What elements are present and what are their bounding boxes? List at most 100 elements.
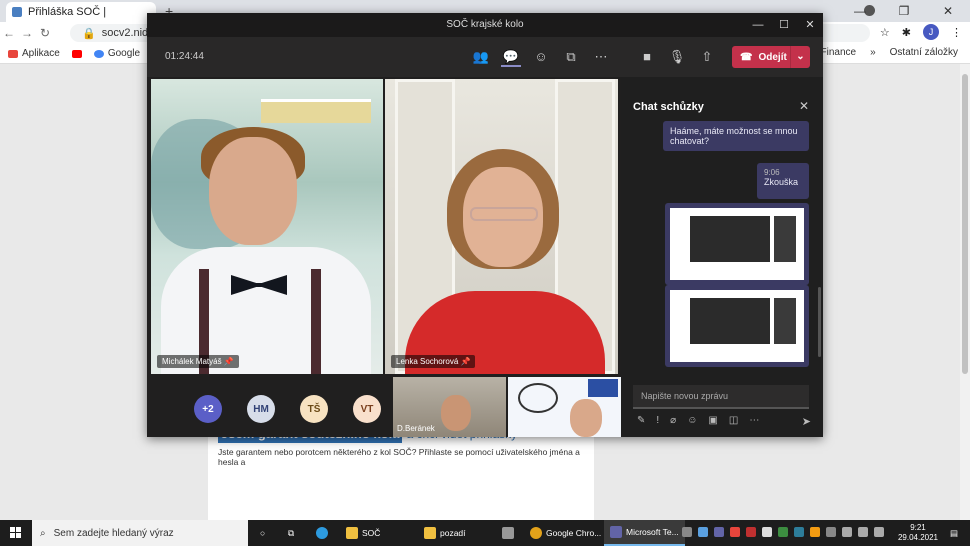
send-icon[interactable]: ➤ [802,415,811,428]
format-icon[interactable]: ✎ [637,415,645,426]
volume-icon[interactable] [874,527,884,537]
chat-scrollbar[interactable] [818,287,821,357]
leave-button[interactable]: ☎ Odejít ⌄ [732,46,810,68]
profile-avatar[interactable]: J [923,24,939,40]
close-icon[interactable]: ✕ [926,4,970,18]
search-icon: ⌕ [40,527,46,539]
video-tile-2[interactable]: Lenka Sochorová 📌 [385,79,618,374]
other-bookmarks[interactable]: Ostatní záložky [890,47,958,58]
google-icon [93,49,104,58]
video-tile-small-2[interactable] [508,377,621,437]
bookmark-apps[interactable]: Aplikace [8,48,60,59]
window-controls: — ❐ ✕ [838,0,970,22]
tray-icon[interactable] [842,527,852,537]
bookmark-finance[interactable]: Finance [821,47,857,58]
teams-title: SOČ krajské kolo [147,13,823,37]
minimize-icon[interactable]: — [838,4,882,18]
edge-icon[interactable] [310,520,334,546]
rooms-icon[interactable]: ⧉ [561,47,581,67]
chat-panel: Chat schůzky ✕ Haáme, máte možnost se mn… [621,77,823,437]
bookmark-youtube[interactable] [71,49,82,58]
tab-title: Přihláška SOČ | [28,6,107,18]
avatar-hm[interactable]: HM [247,395,275,423]
chat-title: Chat schůzky [633,101,704,113]
search-placeholder: Sem zadejte hledaný výraz [53,527,174,539]
favicon-icon [12,7,22,17]
message-text: Zkouška [764,177,799,187]
teams-minimize-icon[interactable]: — [745,13,771,37]
chat-message: 9:06 Zkouška [757,163,809,199]
tray-icon[interactable] [794,527,804,537]
chat-close-icon[interactable]: ✕ [799,99,809,113]
clock-time: 9:21 [910,523,926,532]
browser-tab[interactable]: Přihláška SOČ | [6,2,156,22]
reload-icon[interactable]: ↻ [36,26,54,40]
tray-icon[interactable] [826,527,836,537]
mic-off-icon[interactable]: 🎙 [667,47,687,67]
cortana-icon[interactable]: ○ [254,520,271,546]
task-view-icon[interactable]: ⧉ [282,520,300,546]
avatar-vt[interactable]: VT [353,395,381,423]
taskbar-search[interactable]: ⌕ Sem zadejte hledaný výraz [32,520,248,546]
teams-window: SOČ krajské kolo — ☐ ✕ 01:24:44 👥 💬 ☺ ⧉ … [147,13,823,437]
system-tray [682,527,884,537]
youtube-icon [71,49,82,58]
tray-icon[interactable] [746,527,756,537]
teams-maximize-icon[interactable]: ☐ [771,13,797,37]
bookmark-google[interactable]: Google [93,48,140,59]
meeting-toolbar: 01:24:44 👥 💬 ☺ ⧉ ⋯ ■ 🎙 ⇧ ☎ Odejít ⌄ [147,37,823,77]
maximize-icon[interactable]: ❐ [882,4,926,18]
wifi-icon[interactable] [858,527,868,537]
star-icon[interactable]: ☆ [880,26,890,39]
page-text: Jste garantem nebo porotcem některého z … [218,447,580,467]
page-scrollbar[interactable] [960,64,970,520]
sticker-icon[interactable]: ◫ [729,415,738,426]
compose-input[interactable]: Napište novou zprávu [633,385,809,409]
avatar-ts[interactable]: TŠ [300,395,328,423]
reactions-icon[interactable]: ☺ [531,47,551,67]
chat-image-2[interactable] [665,285,809,367]
taskbar-item-pozadi[interactable]: pozadí [418,520,472,546]
share-icon[interactable]: ⇧ [697,47,717,67]
chat-image-1[interactable] [665,203,809,285]
taskbar-item-chrome[interactable]: Google Chro... [524,520,607,546]
taskbar-item-teams[interactable]: Microsoft Te... [604,520,685,546]
chevron-down-icon[interactable]: ⌄ [790,46,810,68]
participants-icon[interactable]: 👥 [471,47,491,67]
tray-icon[interactable] [730,527,740,537]
tray-icon[interactable] [698,527,708,537]
tray-icon[interactable] [778,527,788,537]
video-tile-1[interactable]: Michálek Matyáš 📌 [151,79,383,374]
video-tile-small-1[interactable]: D.Beránek [393,377,506,437]
store-icon[interactable] [496,520,520,546]
camera-icon[interactable]: ■ [637,47,657,67]
back-icon[interactable]: ← [0,26,18,40]
folder-icon [424,527,436,539]
taskbar-item-soc[interactable]: SOČ [340,520,386,546]
taskbar-clock[interactable]: 9:21 29.04.2021 [898,523,938,543]
tray-icon[interactable] [762,527,772,537]
leave-label: Odejít [758,51,787,63]
tray-icon[interactable] [714,527,724,537]
teams-close-icon[interactable]: ✕ [797,13,823,37]
message-time: 9:06 [764,168,780,177]
attach-icon[interactable]: ⌀ [670,415,676,426]
apps-icon [8,49,18,58]
phone-icon: ☎ [740,51,753,63]
extensions-icon[interactable]: ✱ [902,26,911,39]
more-bookmarks[interactable]: » [870,47,876,58]
start-icon[interactable] [10,527,22,539]
taskbar: ⌕ Sem zadejte hledaný výraz ○ ⧉ SOČ poza… [0,520,970,546]
tray-icon[interactable] [682,527,692,537]
chat-icon[interactable]: 💬 [501,47,521,67]
notifications-icon[interactable]: ▤ [944,520,964,546]
important-icon[interactable]: ! [656,415,659,426]
more-icon[interactable]: ⋯ [749,415,759,426]
menu-icon[interactable]: ⋮ [951,26,962,39]
gif-icon[interactable]: ▣ [708,415,717,426]
forward-icon[interactable]: → [18,26,36,40]
emoji-icon[interactable]: ☺ [687,415,697,426]
avatar-overflow[interactable]: +2 [194,395,222,423]
more-options-icon[interactable]: ⋯ [591,47,611,67]
tray-icon[interactable] [810,527,820,537]
